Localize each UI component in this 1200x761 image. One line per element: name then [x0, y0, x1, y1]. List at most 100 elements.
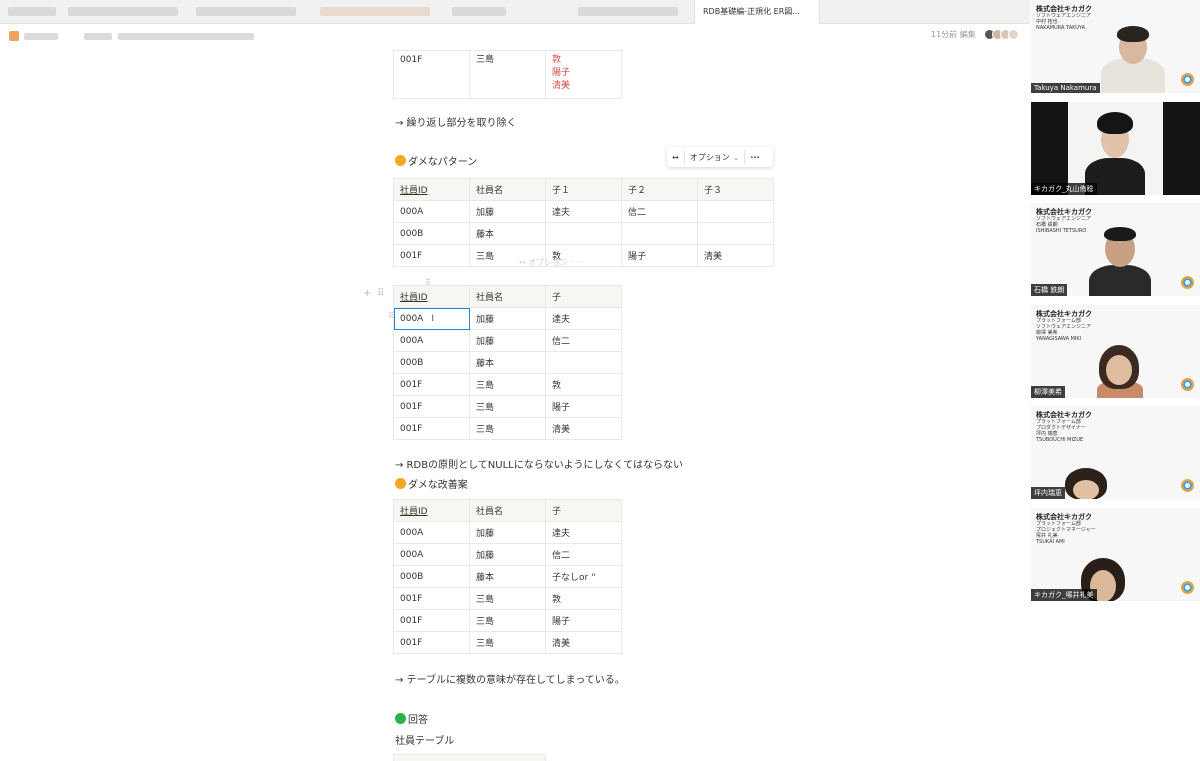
table-cell[interactable] [545, 351, 622, 374]
avatar[interactable] [1008, 29, 1019, 40]
table-cell[interactable]: 敦 [545, 587, 622, 610]
video-tile[interactable]: 株式会社キカガク ソフトウェアエンジニア 中村 拓也 NAKAMURA TAKU… [1031, 0, 1200, 93]
add-block-icon[interactable]: + [363, 288, 371, 299]
video-tile[interactable]: 株式会社キカガク プラットフォーム部 プロジェクトマネージャー 塚井 礼美 TS… [1031, 508, 1200, 601]
column-header[interactable]: 社員ID [393, 178, 470, 201]
breadcrumb[interactable] [24, 33, 58, 40]
table-row: 000A I 加藤 達夫 [393, 307, 622, 330]
table-cell[interactable]: 子なしor '' [545, 565, 622, 588]
video-tile[interactable]: 株式会社キカガク プラットフォーム部 プロダクトデザイナー 坪内 瑞恵 TSUB… [1031, 406, 1200, 499]
video-tile[interactable]: キカガク_丸山侑稔 [1031, 102, 1200, 195]
table-cell[interactable]: 藤本 [469, 351, 546, 374]
column-header[interactable]: 社員ID [393, 285, 470, 308]
table-cell[interactable]: 三島 [469, 609, 546, 632]
table-cell[interactable]: 達夫 [545, 521, 622, 544]
column-header[interactable]: 子２ [621, 178, 698, 201]
video-participants-panel: 株式会社キカガク ソフトウェアエンジニア 中村 拓也 NAKAMURA TAKU… [1030, 0, 1200, 761]
column-header[interactable]: 社員名 [469, 285, 546, 308]
paragraph[interactable]: → 繰り返し部分を取り除く [395, 114, 517, 129]
table-cell[interactable]: 三島 [469, 417, 546, 440]
table-cell[interactable]: 加藤 [469, 329, 546, 352]
table-cell[interactable]: 001F [393, 587, 470, 610]
table-cell[interactable]: 清美 [545, 417, 622, 440]
column-header[interactable]: 子３ [697, 178, 774, 201]
table-cell[interactable] [697, 222, 774, 245]
callout-heading[interactable]: ダメなパターン [395, 153, 477, 168]
table-cell[interactable]: 001F [393, 631, 470, 654]
table-row: 001F 三島 清美 [393, 417, 622, 440]
blurred-tab[interactable] [452, 7, 506, 16]
blurred-tab[interactable] [68, 7, 178, 16]
callout-heading[interactable]: ダメな改善案 [395, 476, 468, 491]
table-cell[interactable]: 達夫 [545, 200, 622, 223]
table-cell[interactable]: 加藤 [469, 307, 546, 330]
blurred-tab[interactable] [8, 7, 56, 16]
table-cell[interactable]: 加藤 [469, 543, 546, 566]
company-logo-icon [1181, 73, 1194, 86]
table-cell[interactable]: 000B [393, 351, 470, 374]
table-cell[interactable]: 000A [393, 329, 470, 352]
blurred-tab[interactable] [320, 7, 430, 16]
table-cell[interactable]: 三島 [469, 587, 546, 610]
callout-heading[interactable]: 回答 [395, 711, 428, 726]
table-cell[interactable]: 陽子 [545, 395, 622, 418]
column-header[interactable]: 社員ID [393, 499, 470, 522]
drag-handle-icon[interactable]: ⠿ [377, 288, 384, 299]
table-cell[interactable]: 達夫 [545, 307, 622, 330]
table-cell[interactable]: 敦 [545, 373, 622, 396]
paragraph[interactable]: → RDBの原則としてNULLにならないようにしなくてはならない [395, 456, 683, 471]
column-header[interactable]: 子 [545, 285, 622, 308]
table-cell[interactable]: 000A [393, 200, 470, 223]
table-cell-selected[interactable]: 000A I [393, 307, 470, 330]
table-cell[interactable]: 000B [393, 565, 470, 588]
table-cell[interactable]: 陽子 [545, 609, 622, 632]
breadcrumb[interactable] [84, 33, 112, 40]
paragraph[interactable]: 社員テーブル [395, 732, 454, 747]
table-cell[interactable]: 加藤 [469, 521, 546, 544]
table-cell[interactable]: 藤本 [469, 222, 546, 245]
table-cell[interactable]: 001F [393, 50, 470, 99]
table-cell[interactable]: 清美 [545, 631, 622, 654]
column-header[interactable]: 子 [545, 499, 622, 522]
table-cell[interactable] [697, 200, 774, 223]
video-tile[interactable]: 株式会社キカガク プラットフォーム部 ソフトウェアエンジニア 柳澤 美希 YAN… [1031, 305, 1200, 398]
table-row: 000B 藤本 子なしor '' [393, 565, 622, 588]
table-cell[interactable]: 001F [393, 395, 470, 418]
table-cell[interactable]: 三島 [469, 373, 546, 396]
table-cell[interactable]: 001F [393, 373, 470, 396]
table-cell[interactable]: 三島 [469, 395, 546, 418]
breadcrumb[interactable] [118, 33, 254, 40]
table-cell[interactable]: 三島 [469, 631, 546, 654]
table-cell[interactable]: 藤本 [469, 565, 546, 588]
more-button[interactable]: ··· [745, 147, 764, 167]
blurred-tab[interactable] [578, 7, 678, 16]
table-cell[interactable]: 001F [393, 417, 470, 440]
blurred-tab[interactable] [196, 7, 296, 16]
table-cell[interactable]: 000A [393, 543, 470, 566]
resize-width-button[interactable]: ↔ [667, 147, 684, 167]
table-cell[interactable]: 001F [393, 244, 470, 267]
table-cell[interactable]: 陽子 [621, 244, 698, 267]
column-header[interactable]: 社員名 [469, 499, 546, 522]
table-cell[interactable]: 清美 [697, 244, 774, 267]
table-cell[interactable]: 信二 [545, 543, 622, 566]
table-cell[interactable]: 三島 [469, 50, 546, 99]
table-cell[interactable]: 000A [393, 521, 470, 544]
table-cell[interactable] [621, 222, 698, 245]
table-cell[interactable]: 信二 [545, 329, 622, 352]
table-cell[interactable]: 信二 [621, 200, 698, 223]
column-header[interactable]: 子１ [545, 178, 622, 201]
options-button[interactable]: オプション ⌄ [685, 147, 745, 167]
active-tab[interactable]: RDB基礎編-正規化 ER図... [694, 0, 820, 24]
column-header[interactable]: 社員名 [469, 178, 546, 201]
table-cell[interactable]: 000B [393, 222, 470, 245]
table-cell[interactable]: 敦 陽子 清美 [545, 50, 622, 99]
table-cell[interactable]: 001F [393, 609, 470, 632]
table-header-row: 社員ID 社員名 子 [393, 285, 622, 308]
collaborator-avatars[interactable] [984, 29, 1019, 40]
video-tile[interactable]: 株式会社キカガク ソフトウェアエンジニア 石橋 鉄朗 ISHIBASHI TET… [1031, 203, 1200, 296]
table-cell[interactable]: 加藤 [469, 200, 546, 223]
paragraph[interactable]: → テーブルに複数の意味が存在してしまっている。 [395, 671, 625, 686]
company-logo-icon [1181, 378, 1194, 391]
table-cell[interactable] [545, 222, 622, 245]
